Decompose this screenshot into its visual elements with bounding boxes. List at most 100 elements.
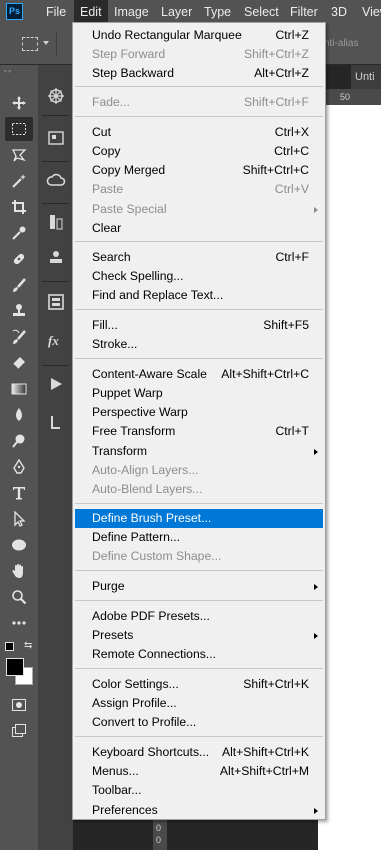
menu-type[interactable]: Type	[204, 0, 231, 24]
stamp-panel-button[interactable]	[46, 249, 66, 269]
menu-item-undo[interactable]: Undo Rectangular Marquee Ctrl+Z	[75, 26, 323, 45]
menu-item-perspective-warp[interactable]: Perspective Warp	[75, 403, 323, 422]
gradient-tool[interactable]	[5, 377, 33, 401]
menu-filter[interactable]: Filter	[290, 0, 318, 24]
menu-view[interactable]: View	[362, 0, 381, 24]
menu-layer[interactable]: Layer	[161, 0, 192, 24]
menu-item-step-backward[interactable]: Step Backward Alt+Ctrl+Z	[75, 64, 323, 83]
menu-item-copy[interactable]: Copy Ctrl+C	[75, 142, 323, 161]
move-tool[interactable]	[5, 91, 33, 115]
dodge-icon	[12, 434, 25, 448]
properties-panel-button[interactable]	[46, 129, 66, 149]
menu-item-keyboard-shortcuts[interactable]: Keyboard Shortcuts... Alt+Shift+Ctrl+K	[75, 743, 323, 762]
menu-item-assign-profile[interactable]: Assign Profile...	[75, 694, 323, 713]
menu-item-step-forward[interactable]: Step Forward Shift+Ctrl+Z	[75, 45, 323, 64]
adjustments-panel-button[interactable]	[46, 213, 66, 233]
dodge-tool[interactable]	[5, 429, 33, 453]
submenu-arrow-icon	[314, 633, 318, 639]
blur-tool[interactable]	[5, 403, 33, 427]
rectangular-marquee-tool[interactable]	[5, 117, 33, 141]
screen-mode-icon	[12, 724, 26, 737]
menu-separator	[75, 600, 323, 601]
menu-item-remote-connections[interactable]: Remote Connections...	[75, 645, 323, 664]
hand-tool[interactable]	[5, 559, 33, 583]
menu-item-transform[interactable]: Transform	[75, 442, 323, 461]
menu-item-purge[interactable]: Purge	[75, 577, 323, 596]
menu-item-toolbar[interactable]: Toolbar...	[75, 781, 323, 800]
menu-item-fill[interactable]: Fill... Shift+F5	[75, 316, 323, 335]
menu-separator	[75, 503, 323, 504]
menu-item-define-custom-shape[interactable]: Define Custom Shape...	[75, 547, 323, 566]
document-tab[interactable]: Unti	[351, 65, 381, 89]
play-icon	[51, 378, 62, 390]
document-canvas[interactable]	[318, 105, 381, 850]
menu-item-auto-blend-layers[interactable]: Auto-Blend Layers...	[75, 480, 323, 499]
menu-image[interactable]: Image	[114, 0, 149, 24]
menu-item-adobe-pdf-presets[interactable]: Adobe PDF Presets...	[75, 607, 323, 626]
menu-separator	[75, 309, 323, 310]
menu-item-content-aware-scale[interactable]: Content-Aware Scale Alt+Shift+Ctrl+C	[75, 365, 323, 384]
marquee-preset-icon[interactable]	[22, 37, 38, 51]
menu-3d[interactable]: 3D	[331, 0, 347, 24]
healing-brush-tool[interactable]	[5, 247, 33, 271]
lasso-tool[interactable]	[5, 143, 33, 167]
menu-item-menus[interactable]: Menus... Alt+Shift+Ctrl+M	[75, 762, 323, 781]
menu-item-find-replace[interactable]: Find and Replace Text...	[75, 286, 323, 305]
stamp-icon	[50, 251, 62, 263]
magic-wand-tool[interactable]	[5, 169, 33, 193]
menu-item-define-pattern[interactable]: Define Pattern...	[75, 528, 323, 547]
menu-item-puppet-warp[interactable]: Puppet Warp	[75, 384, 323, 403]
eraser-icon	[12, 357, 25, 370]
type-tool[interactable]	[5, 481, 33, 505]
menu-item-paste-special[interactable]: Paste Special	[75, 200, 323, 219]
menu-file[interactable]: File	[46, 0, 66, 24]
dock-divider	[42, 203, 69, 204]
swap-colors-icon[interactable]: ⇆	[24, 640, 32, 651]
adjustments-icon	[50, 215, 63, 230]
crop-tool[interactable]	[5, 195, 33, 219]
menu-item-free-transform[interactable]: Free Transform Ctrl+T	[75, 422, 323, 441]
menu-item-paste[interactable]: Paste Ctrl+V	[75, 180, 323, 199]
default-colors-icon[interactable]	[5, 642, 14, 651]
dock-divider	[42, 161, 69, 162]
path-selection-tool[interactable]	[5, 507, 33, 531]
eraser-tool[interactable]	[5, 351, 33, 375]
menu-item-fade[interactable]: Fade... Shift+Ctrl+F	[75, 93, 323, 112]
menu-item-auto-align-layers[interactable]: Auto-Align Layers...	[75, 461, 323, 480]
quick-mask-button[interactable]	[5, 693, 33, 717]
menu-item-clear[interactable]: Clear	[75, 219, 323, 238]
foreground-color-swatch[interactable]	[6, 658, 24, 676]
more-tools-button[interactable]	[5, 611, 33, 635]
layer-comps-panel-button[interactable]	[46, 293, 66, 313]
fx-panel-button[interactable]: fx	[46, 331, 66, 351]
eyedropper-tool[interactable]	[5, 221, 33, 245]
libraries-panel-button[interactable]	[46, 171, 66, 191]
svg-text:fx: fx	[48, 333, 59, 348]
zoom-tool[interactable]	[5, 585, 33, 609]
menu-select[interactable]: Select	[244, 0, 279, 24]
brush-icon	[13, 278, 26, 292]
layers-panel-button[interactable]	[46, 413, 66, 433]
panel-grip-icon[interactable]: ▸▸	[4, 67, 32, 75]
menu-item-convert-to-profile[interactable]: Convert to Profile...	[75, 713, 323, 732]
menu-item-presets[interactable]: Presets	[75, 626, 323, 645]
menu-edit[interactable]: Edit	[74, 0, 108, 24]
actions-panel-button[interactable]	[46, 375, 66, 395]
menu-item-color-settings[interactable]: Color Settings... Shift+Ctrl+K	[75, 675, 323, 694]
menu-item-stroke[interactable]: Stroke...	[75, 335, 323, 354]
menu-item-preferences[interactable]: Preferences	[75, 801, 323, 820]
eyedropper-icon	[12, 226, 26, 240]
navigator-panel-button[interactable]	[46, 87, 66, 107]
clone-stamp-tool[interactable]	[5, 299, 33, 323]
screen-mode-button[interactable]	[5, 719, 33, 743]
menu-item-copy-merged[interactable]: Copy Merged Shift+Ctrl+C	[75, 161, 323, 180]
brush-tool[interactable]	[5, 273, 33, 297]
menu-item-cut[interactable]: Cut Ctrl+X	[75, 123, 323, 142]
menu-item-search[interactable]: Search Ctrl+F	[75, 248, 323, 267]
menu-item-define-brush-preset[interactable]: Define Brush Preset...	[75, 509, 323, 528]
history-brush-tool[interactable]	[5, 325, 33, 349]
menu-item-check-spelling[interactable]: Check Spelling...	[75, 267, 323, 286]
chevron-down-icon[interactable]	[43, 41, 49, 45]
pen-tool[interactable]	[5, 455, 33, 479]
ellipse-tool[interactable]	[5, 533, 33, 557]
